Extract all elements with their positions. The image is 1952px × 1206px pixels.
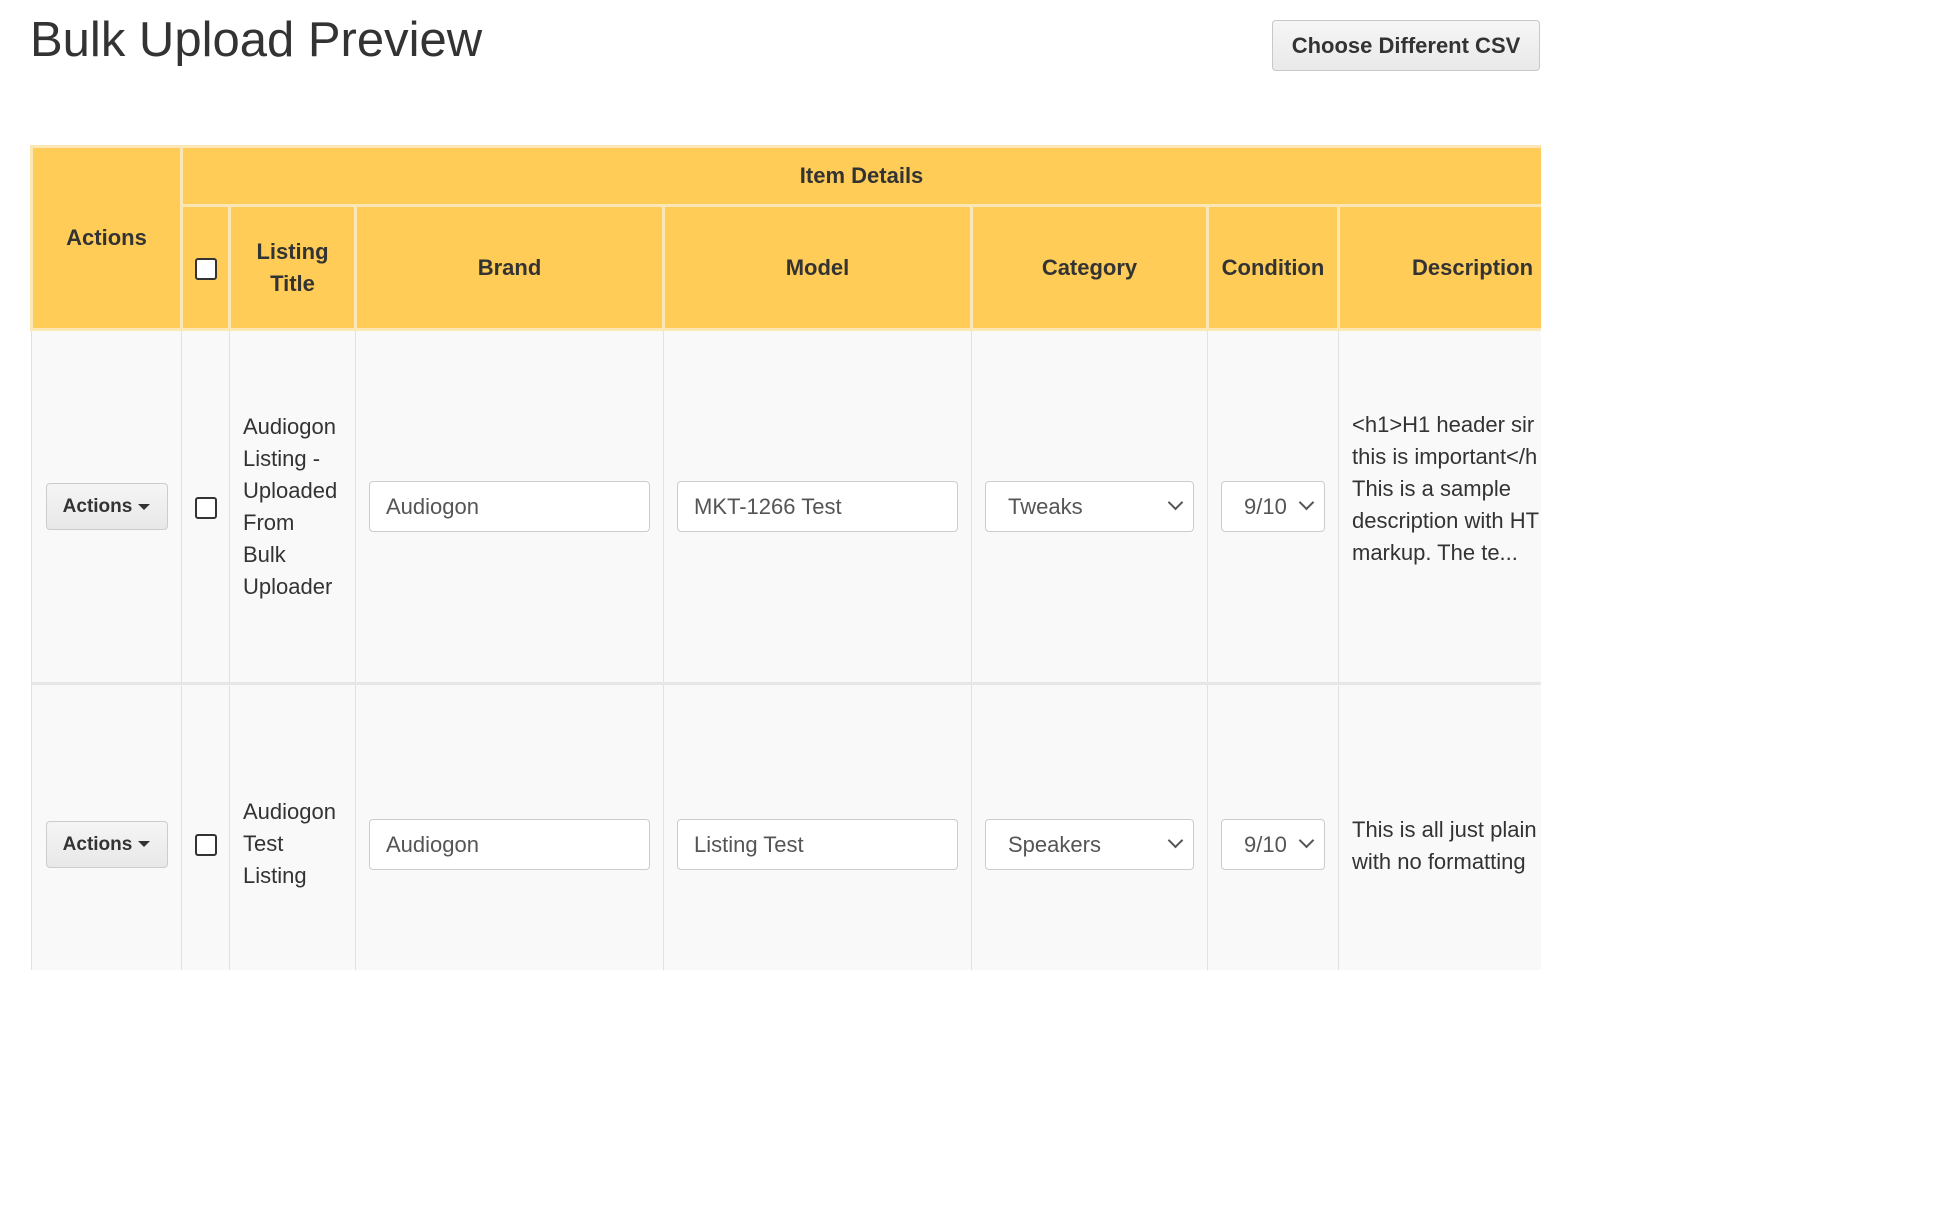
description-line: description with HT (1352, 507, 1540, 533)
brand-cell: Audiogon (355, 683, 664, 970)
category-select[interactable]: Tweaks (985, 481, 1194, 532)
model-input[interactable]: MKT-1266 Test (677, 481, 958, 532)
row-select-cell (181, 329, 230, 685)
category-selected-value: Tweaks (1008, 494, 1083, 519)
item-details-group-header: Item Details (179, 145, 1541, 207)
caret-down-icon (138, 841, 151, 848)
row-actions-label: Actions (62, 496, 133, 517)
condition-select[interactable]: 9/10 (1221, 818, 1325, 870)
row-actions-dropdown-button[interactable]: Actions (45, 483, 168, 530)
description-line: markup. The te... (1352, 539, 1518, 565)
item-details-header-label: Item Details (799, 163, 924, 188)
model-cell: Listing Test (663, 683, 972, 970)
model-cell: MKT-1266 Test (663, 329, 972, 685)
row-actions-cell: Actions (31, 683, 182, 970)
description-line: <h1>H1 header sir (1352, 411, 1535, 437)
description-cell: This is all just plain with no formattin… (1337, 683, 1541, 970)
condition-selected-value: 9/10 (1244, 831, 1287, 857)
caret-down-icon (138, 503, 151, 510)
brand-column-header: Brand (354, 204, 665, 331)
condition-column-header: Condition (1206, 204, 1340, 331)
row-actions-cell: Actions (31, 329, 182, 685)
page-title: Bulk Upload Preview (30, 13, 483, 67)
row-select-checkbox[interactable] (194, 496, 217, 519)
table-row: Actions Audiogon Listing - Uploaded From… (31, 329, 1541, 685)
condition-cell: 9/10 (1207, 683, 1339, 970)
chevron-down-icon (1167, 832, 1184, 848)
brand-input[interactable]: Audiogon (369, 818, 650, 870)
condition-selected-value: 9/10 (1244, 494, 1287, 519)
listing-title-column-header: Listing Title (228, 204, 357, 331)
category-column-header: Category (970, 204, 1209, 331)
row-actions-dropdown-button[interactable]: Actions (45, 820, 168, 868)
listing-title-cell: Audiogon Test Listing (229, 683, 356, 970)
category-select[interactable]: Speakers (985, 818, 1194, 870)
select-all-checkbox[interactable] (194, 257, 217, 280)
row-actions-label: Actions (62, 833, 133, 855)
description-cell: <h1>H1 header sir this is important</h T… (1337, 329, 1541, 685)
brand-cell: Audiogon (355, 329, 664, 685)
condition-cell: 9/10 (1207, 329, 1339, 685)
category-cell: Speakers (971, 683, 1208, 970)
description-line: this is important</h (1352, 443, 1538, 469)
category-selected-value: Speakers (1008, 831, 1101, 857)
description-line: This is a sample (1352, 475, 1511, 501)
description-line: This is all just plain (1352, 817, 1537, 842)
bulk-upload-table: Actions Item Details Listing Title Brand… (30, 145, 1541, 970)
row-select-checkbox[interactable] (194, 834, 217, 857)
listing-title-cell: Audiogon Listing - Uploaded From Bulk Up… (229, 329, 356, 685)
select-all-header (180, 204, 231, 331)
chevron-down-icon (1298, 494, 1315, 511)
brand-input[interactable]: Audiogon (369, 481, 650, 532)
model-input[interactable]: Listing Test (677, 818, 958, 870)
chevron-down-icon (1298, 832, 1315, 848)
bulk-upload-table-container: Actions Item Details Listing Title Brand… (30, 145, 1541, 970)
choose-different-csv-button[interactable]: Choose Different CSV (1272, 20, 1540, 71)
table-row: Actions Audiogon Test Listing Audiogon L… (31, 683, 1541, 970)
category-cell: Tweaks (971, 329, 1208, 685)
condition-select[interactable]: 9/10 (1221, 481, 1325, 532)
chevron-down-icon (1167, 494, 1184, 511)
description-line: with no formatting (1352, 849, 1526, 874)
description-column-header: Description (1336, 204, 1541, 331)
row-select-cell (181, 683, 230, 970)
model-column-header: Model (662, 204, 973, 331)
actions-column-header: Actions (30, 145, 183, 331)
